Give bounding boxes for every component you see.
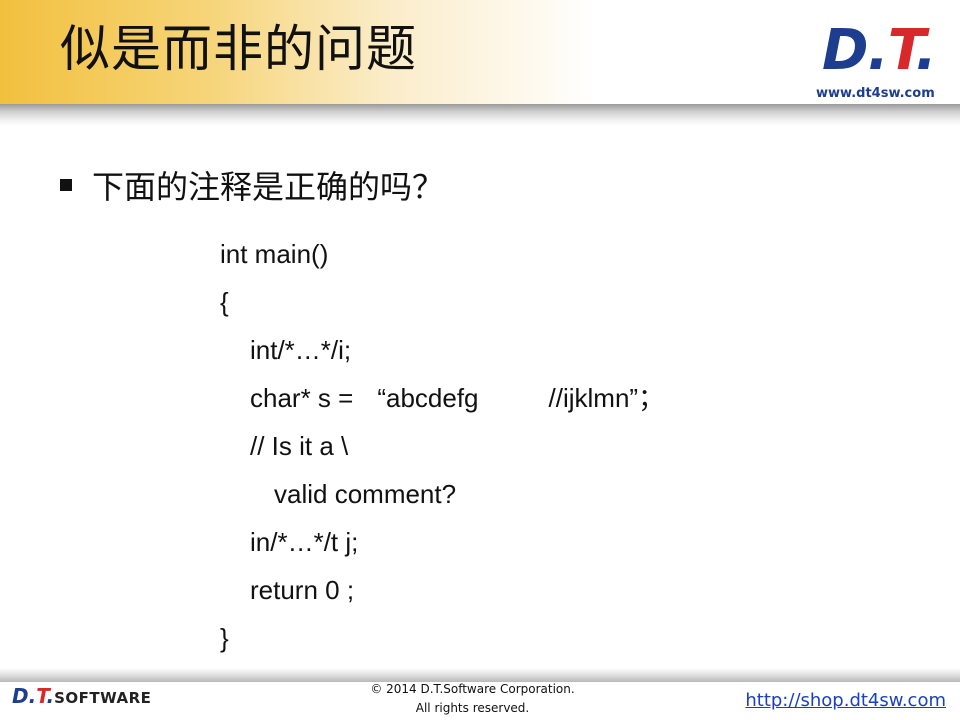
code-line: return 0 ; — [250, 575, 355, 605]
code-line: in/*…*/t j; — [250, 527, 359, 557]
code-segment: //ijklmn”； — [548, 383, 665, 413]
code-line: char* s = “abcdefg //ijklmn”； — [220, 374, 840, 422]
footer-logo-t: T — [36, 684, 47, 708]
code-block: int main() { int/*…*/i; char* s = “abcdef… — [220, 230, 840, 662]
code-segment: char* s = — [250, 383, 354, 413]
copyright-line: © 2014 D.T.Software Corporation. — [370, 682, 575, 696]
code-line: int main() — [220, 239, 329, 269]
code-line: { — [220, 287, 229, 317]
slide: 似是而非的问题 D.T. www.dt4sw.com 下面的注释是正确的吗？ i… — [0, 0, 960, 720]
logo-url: www.dt4sw.com — [816, 86, 935, 101]
code-line: } — [220, 623, 229, 653]
code-segment: “abcdefg — [377, 383, 479, 413]
bullet-item: 下面的注释是正确的吗？ — [60, 162, 444, 208]
logo-letter-d: D — [822, 18, 868, 83]
bullet-text: 下面的注释是正确的吗？ — [92, 168, 445, 206]
footer-logo: D.T.SOFTWARE — [12, 684, 151, 708]
header-shadow — [0, 104, 960, 126]
logo-dot-2: . — [915, 18, 936, 83]
footer-logo-d: D. — [12, 684, 37, 708]
dt-logo: D.T. www.dt4sw.com — [816, 20, 946, 102]
copyright-line: All rights reserved. — [415, 701, 530, 715]
code-line: // Is it a \ — [250, 431, 349, 461]
bullet-square-icon — [60, 179, 72, 191]
footer-logo-software: SOFTWARE — [54, 689, 152, 707]
logo-letter-t: T — [887, 18, 917, 83]
logo-dot-1: . — [867, 18, 888, 83]
footer-logo-dot: . — [46, 684, 55, 708]
copyright: © 2014 D.T.Software Corporation. All rig… — [300, 680, 645, 718]
shop-link[interactable]: http://shop.dt4sw.com — [745, 690, 946, 711]
code-line: valid comment? — [274, 479, 457, 509]
dt-logo-mark: D.T. — [822, 18, 937, 83]
slide-title: 似是而非的问题 — [60, 20, 417, 78]
code-line: int/*…*/i; — [250, 335, 352, 365]
